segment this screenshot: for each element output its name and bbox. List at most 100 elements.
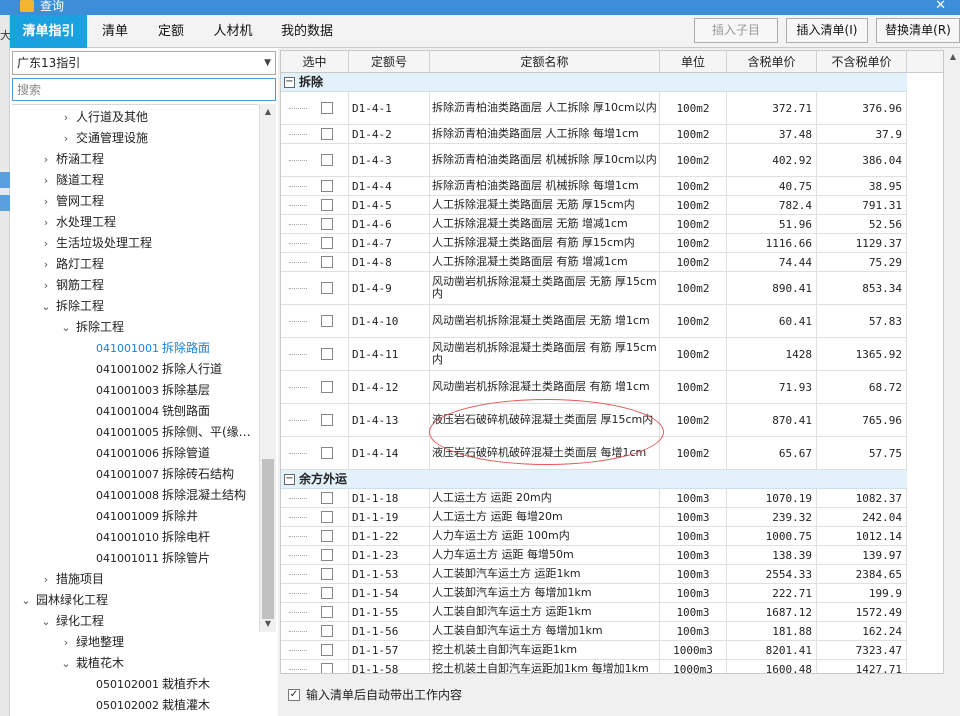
tab-quota[interactable]: 定额 — [143, 17, 199, 47]
tree-node[interactable]: › 钢筋工程 — [12, 275, 258, 296]
table-row[interactable]: D1-4-2 拆除沥青柏油类路面层 人工拆除 每增1cm 100m2 37.48 37.… — [281, 125, 907, 144]
col-header-code[interactable]: 定额号 — [349, 51, 430, 73]
table-row[interactable]: D1-1-22 人力车运土方 运距 100m内 100m3 1000.75 1012.1… — [281, 527, 907, 546]
table-row[interactable]: D1-4-3 拆除沥青柏油类路面层 机械拆除 厚10cm以内 100m2 402.92… — [281, 144, 907, 177]
guide-select[interactable]: 广东13指引 ▼ — [12, 51, 276, 75]
table-row[interactable]: D1-4-12 风动凿岩机拆除混凝土类路面层 有筋 增1cm 100m2 71.93 6… — [281, 371, 907, 404]
tree-node[interactable]: 041001004 铣刨路面 — [12, 401, 258, 422]
tree-node[interactable]: 050102001 栽植乔木 — [12, 674, 258, 695]
tree-node[interactable]: › 隧道工程 — [12, 170, 258, 191]
tree-node[interactable]: › 绿地整理 — [12, 632, 258, 653]
scroll-down-icon[interactable]: ▼ — [260, 616, 276, 632]
tree-node[interactable]: ⌄ 绿化工程 — [12, 611, 258, 632]
grid-scrollbar[interactable]: ▲ — [946, 50, 960, 674]
table-row[interactable]: D1-4-9 风动凿岩机拆除混凝土类路面层 无筋 厚15cm内 100m2 890.4… — [281, 272, 907, 305]
tree-node[interactable]: › 路灯工程 — [12, 254, 258, 275]
row-checkbox[interactable] — [321, 663, 333, 673]
collapse-icon[interactable]: − — [284, 77, 295, 88]
tree-node[interactable]: 050102002 栽植灌木 — [12, 695, 258, 716]
row-checkbox[interactable] — [321, 587, 333, 599]
group-row[interactable]: − 拆除 — [281, 73, 907, 92]
tree-node[interactable]: 041001008 拆除混凝土结构 — [12, 485, 258, 506]
tree-node[interactable]: 041001009 拆除井 — [12, 506, 258, 527]
table-row[interactable]: D1-4-8 人工拆除混凝土类路面层 有筋 增减1cm 100m2 74.44 75.2… — [281, 253, 907, 272]
row-checkbox[interactable] — [321, 414, 333, 426]
table-row[interactable]: D1-1-55 人工装自卸汽车运土方 运距1km 100m3 1687.12 1572.… — [281, 603, 907, 622]
chevron-down-icon[interactable]: ⌄ — [40, 296, 52, 317]
row-checkbox[interactable] — [321, 102, 333, 114]
table-row[interactable]: D1-1-18 人工运土方 运距 20m内 100m3 1070.19 1082.37 — [281, 489, 907, 508]
table-row[interactable]: D1-4-10 风动凿岩机拆除混凝土类路面层 无筋 增1cm 100m2 60.41 5… — [281, 305, 907, 338]
chevron-down-icon[interactable]: ⌄ — [60, 653, 72, 674]
tree-node[interactable]: 041001002 拆除人行道 — [12, 359, 258, 380]
table-row[interactable]: D1-4-6 人工拆除混凝土类路面层 无筋 增减1cm 100m2 51.96 52.5… — [281, 215, 907, 234]
col-header-select[interactable]: 选中 — [281, 51, 349, 73]
table-row[interactable]: D1-1-19 人工运土方 运距 每增20m 100m3 239.32 242.04 — [281, 508, 907, 527]
chevron-down-icon[interactable]: ⌄ — [60, 317, 72, 338]
row-checkbox[interactable] — [321, 199, 333, 211]
table-row[interactable]: D1-4-11 风动凿岩机拆除混凝土类路面层 有筋 厚15cm内 100m2 1428… — [281, 338, 907, 371]
collapse-icon[interactable]: − — [284, 474, 295, 485]
chevron-right-icon[interactable]: › — [60, 107, 72, 128]
tree-node[interactable]: ⌄ 栽植花木 — [12, 653, 258, 674]
row-checkbox[interactable] — [321, 128, 333, 140]
table-row[interactable]: D1-4-7 人工拆除混凝土类路面层 有筋 厚15cm内 100m2 1116.66 1… — [281, 234, 907, 253]
col-header-unit[interactable]: 单位 — [660, 51, 727, 73]
chevron-down-icon[interactable]: ▼ — [264, 52, 271, 74]
table-row[interactable]: D1-1-23 人力车运土方 运距 每增50m 100m3 138.39 139.97 — [281, 546, 907, 565]
tree-node[interactable]: ⌄ 园林绿化工程 — [12, 590, 258, 611]
tree-node[interactable]: 041001011 拆除管片 — [12, 548, 258, 569]
row-checkbox[interactable] — [321, 237, 333, 249]
chevron-down-icon[interactable]: ⌄ — [20, 590, 32, 611]
tree-node[interactable]: › 水处理工程 — [12, 212, 258, 233]
auto-bring-checkbox[interactable]: ✓ — [288, 689, 300, 701]
tab-list-guide[interactable]: 清单指引 — [10, 15, 87, 48]
table-row[interactable]: D1-1-57 挖土机装土自卸汽车运距1km 1000m3 8201.41 7323.4… — [281, 641, 907, 660]
tree-node[interactable]: 041001003 拆除基层 — [12, 380, 258, 401]
tree-node[interactable]: 041001006 拆除管道 — [12, 443, 258, 464]
chevron-right-icon[interactable]: › — [60, 632, 72, 653]
tab-list[interactable]: 清单 — [87, 17, 143, 47]
col-header-notax-price[interactable]: 不含税单价 — [817, 51, 907, 73]
row-checkbox[interactable] — [321, 348, 333, 360]
row-checkbox[interactable] — [321, 644, 333, 656]
tab-my-data[interactable]: 我的数据 — [267, 17, 347, 47]
table-row[interactable]: D1-4-13 液压岩石破碎机破碎混凝土类面层 厚15cm内 100m2 870.41… — [281, 404, 907, 437]
chevron-right-icon[interactable]: › — [40, 254, 52, 275]
table-row[interactable]: D1-1-53 人工装卸汽车运土方 运距1km 100m3 2554.33 2384.6… — [281, 565, 907, 584]
row-checkbox[interactable] — [321, 256, 333, 268]
row-checkbox[interactable] — [321, 447, 333, 459]
row-checkbox[interactable] — [321, 568, 333, 580]
table-row[interactable]: D1-1-58 挖土机装土自卸汽车运距加1km 每增加1km 1000m3 1600.… — [281, 660, 907, 673]
tree-node[interactable]: 041001007 拆除砖石结构 — [12, 464, 258, 485]
chevron-right-icon[interactable]: › — [40, 149, 52, 170]
row-checkbox[interactable] — [321, 218, 333, 230]
tree-node[interactable]: › 生活垃圾处理工程 — [12, 233, 258, 254]
chevron-right-icon[interactable]: › — [40, 212, 52, 233]
tree-node[interactable]: 041001005 拆除侧、平(缘… — [12, 422, 258, 443]
chevron-right-icon[interactable]: › — [40, 569, 52, 590]
chevron-right-icon[interactable]: › — [40, 170, 52, 191]
chevron-right-icon[interactable]: › — [60, 128, 72, 149]
chevron-right-icon[interactable]: › — [40, 191, 52, 212]
table-row[interactable]: D1-1-54 人工装卸汽车运土方 每增加1km 100m3 222.71 199.9 — [281, 584, 907, 603]
col-header-tax-price[interactable]: 含税单价 — [727, 51, 817, 73]
tree-node[interactable]: ⌄ 拆除工程 — [12, 296, 258, 317]
table-row[interactable]: D1-4-1 拆除沥青柏油类路面层 人工拆除 厚10cm以内 100m2 372.71… — [281, 92, 907, 125]
row-checkbox[interactable] — [321, 154, 333, 166]
row-checkbox[interactable] — [321, 511, 333, 523]
tree-node[interactable]: › 交通管理设施 — [12, 128, 258, 149]
scroll-thumb[interactable] — [262, 459, 274, 619]
table-row[interactable]: D1-4-14 液压岩石破碎机破碎混凝土类面层 每增1cm 100m2 65.67 57… — [281, 437, 907, 470]
group-row[interactable]: − 余方外运 — [281, 470, 907, 489]
search-input[interactable] — [12, 78, 276, 101]
row-checkbox[interactable] — [321, 549, 333, 561]
row-checkbox[interactable] — [321, 282, 333, 294]
row-checkbox[interactable] — [321, 381, 333, 393]
row-checkbox[interactable] — [321, 180, 333, 192]
tree-node[interactable]: › 人行道及其他 — [12, 107, 258, 128]
tree-node[interactable]: ⌄ 拆除工程 — [12, 317, 258, 338]
tree-node[interactable]: 041001010 拆除电杆 — [12, 527, 258, 548]
table-row[interactable]: D1-4-5 人工拆除混凝土类路面层 无筋 厚15cm内 100m2 782.4 791… — [281, 196, 907, 215]
tree-node[interactable]: › 措施项目 — [12, 569, 258, 590]
